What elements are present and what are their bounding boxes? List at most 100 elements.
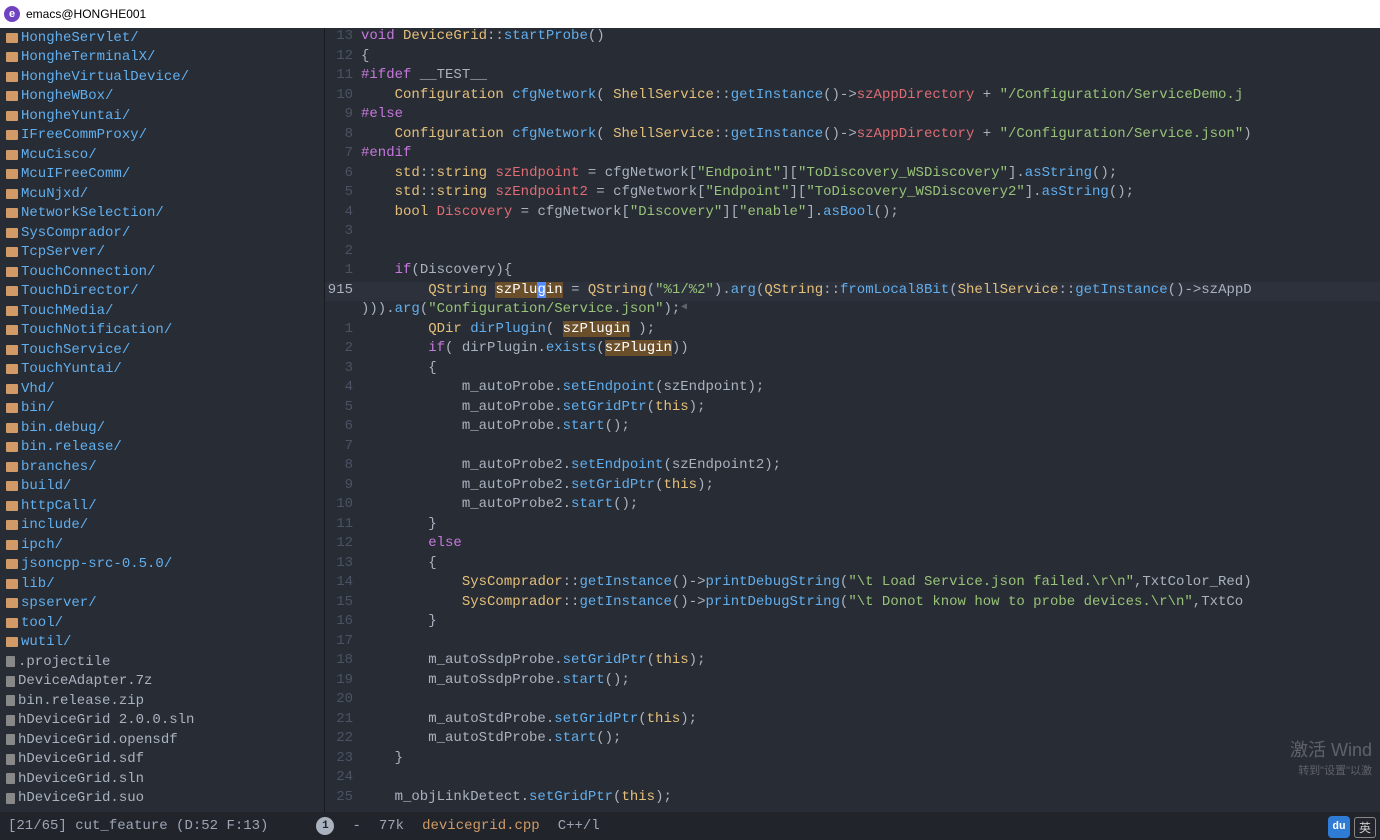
folder-item[interactable]: TouchYuntai/ [0, 360, 324, 380]
file-name-label: hDeviceGrid.opensdf [18, 732, 178, 748]
baidu-ime-icon[interactable]: du [1328, 816, 1350, 838]
file-name-label: TouchNotification/ [21, 322, 172, 338]
folder-item[interactable]: McuIFreeComm/ [0, 165, 324, 185]
folder-item[interactable]: TouchService/ [0, 340, 324, 360]
folder-item[interactable]: jsoncpp-src-0.5.0/ [0, 555, 324, 575]
folder-item[interactable]: TouchConnection/ [0, 262, 324, 282]
folder-icon [6, 403, 18, 413]
folder-item[interactable]: build/ [0, 477, 324, 497]
file-icon [6, 656, 15, 667]
window-titlebar: e emacs@HONGHE001 [0, 0, 1380, 28]
folder-icon [6, 325, 18, 335]
folder-item[interactable]: McuNjxd/ [0, 184, 324, 204]
file-name-label: HongheWBox/ [21, 88, 113, 104]
folder-icon [6, 33, 18, 43]
status-bar: [21/65] cut_feature (D:52 F:13) 1 - 77k … [0, 812, 1380, 840]
file-icon [6, 754, 15, 765]
folder-icon [6, 91, 18, 101]
folder-item[interactable]: lib/ [0, 574, 324, 594]
folder-item[interactable]: HongheYuntai/ [0, 106, 324, 126]
status-filename: devicegrid.cpp [422, 818, 540, 834]
status-workspace-indicator[interactable]: 1 [316, 817, 334, 835]
status-size: 77k [379, 818, 404, 834]
file-item[interactable]: .projectile [0, 652, 324, 672]
file-icon [6, 715, 15, 726]
folder-item[interactable]: TouchMedia/ [0, 301, 324, 321]
folder-icon [6, 150, 18, 160]
folder-item[interactable]: bin.debug/ [0, 418, 324, 438]
folder-item[interactable]: McuCisco/ [0, 145, 324, 165]
file-tree[interactable]: HongheServlet/HongheTerminalX/HongheVirt… [0, 28, 325, 812]
folder-icon [6, 228, 18, 238]
folder-item[interactable]: spserver/ [0, 594, 324, 614]
folder-item[interactable]: HongheServlet/ [0, 28, 324, 48]
file-name-label: TouchConnection/ [21, 264, 155, 280]
folder-item[interactable]: HongheTerminalX/ [0, 48, 324, 68]
folder-icon [6, 462, 18, 472]
folder-icon [6, 52, 18, 62]
file-item[interactable]: DeviceAdapter.7z [0, 672, 324, 692]
emacs-icon: e [4, 6, 20, 22]
folder-icon [6, 579, 18, 589]
folder-icon [6, 637, 18, 647]
file-name-label: jsoncpp-src-0.5.0/ [21, 556, 172, 572]
folder-item[interactable]: TouchDirector/ [0, 282, 324, 302]
file-name-label: SysComprador/ [21, 225, 130, 241]
folder-item[interactable]: httpCall/ [0, 496, 324, 516]
folder-item[interactable]: Vhd/ [0, 379, 324, 399]
folder-icon [6, 559, 18, 569]
folder-item[interactable]: TcpServer/ [0, 243, 324, 263]
file-icon [6, 695, 15, 706]
folder-item[interactable]: HongheWBox/ [0, 87, 324, 107]
file-item[interactable]: hDeviceGrid.opensdf [0, 730, 324, 750]
file-name-label: HongheTerminalX/ [21, 49, 155, 65]
folder-item[interactable]: SysComprador/ [0, 223, 324, 243]
file-name-label: HongheYuntai/ [21, 108, 130, 124]
folder-item[interactable]: ipch/ [0, 535, 324, 555]
folder-icon [6, 481, 18, 491]
folder-item[interactable]: IFreeCommProxy/ [0, 126, 324, 146]
file-name-label: NetworkSelection/ [21, 205, 164, 221]
file-name-label: httpCall/ [21, 498, 97, 514]
folder-item[interactable]: bin/ [0, 399, 324, 419]
file-name-label: bin.release.zip [18, 693, 144, 709]
folder-item[interactable]: tool/ [0, 613, 324, 633]
folder-item[interactable]: branches/ [0, 457, 324, 477]
file-name-label: hDeviceGrid.suo [18, 790, 144, 806]
folder-icon [6, 384, 18, 394]
file-icon [6, 773, 15, 784]
file-name-label: spserver/ [21, 595, 97, 611]
file-name-label: hDeviceGrid.sln [18, 771, 144, 787]
file-name-label: tool/ [21, 615, 63, 631]
folder-icon [6, 306, 18, 316]
folder-item[interactable]: NetworkSelection/ [0, 204, 324, 224]
folder-item[interactable]: include/ [0, 516, 324, 536]
code-editor[interactable]: 13void DeviceGrid::startProbe() 12{ 11#i… [325, 28, 1380, 812]
folder-icon [6, 111, 18, 121]
file-name-label: HongheServlet/ [21, 30, 139, 46]
file-name-label: build/ [21, 478, 71, 494]
file-icon [6, 676, 15, 687]
file-item[interactable]: hDeviceGrid.suo [0, 789, 324, 809]
file-item[interactable]: hDeviceGrid.sdf [0, 750, 324, 770]
file-name-label: McuNjxd/ [21, 186, 88, 202]
file-name-label: lib/ [21, 576, 55, 592]
file-name-label: include/ [21, 517, 88, 533]
language-indicator[interactable]: 英 [1354, 817, 1376, 838]
fold-indicator-icon[interactable]: ◀ [681, 301, 687, 313]
folder-item[interactable]: HongheVirtualDevice/ [0, 67, 324, 87]
file-name-label: bin/ [21, 400, 55, 416]
folder-item[interactable]: TouchNotification/ [0, 321, 324, 341]
folder-icon [6, 540, 18, 550]
file-name-label: branches/ [21, 459, 97, 475]
file-name-label: hDeviceGrid.sdf [18, 751, 144, 767]
file-name-label: DeviceAdapter.7z [18, 673, 152, 689]
file-item[interactable]: bin.release.zip [0, 691, 324, 711]
folder-item[interactable]: bin.release/ [0, 438, 324, 458]
file-name-label: TouchService/ [21, 342, 130, 358]
folder-icon [6, 247, 18, 257]
file-item[interactable]: hDeviceGrid 2.0.0.sln [0, 711, 324, 731]
folder-item[interactable]: wutil/ [0, 633, 324, 653]
file-item[interactable]: hDeviceGrid.sln [0, 769, 324, 789]
folder-icon [6, 345, 18, 355]
